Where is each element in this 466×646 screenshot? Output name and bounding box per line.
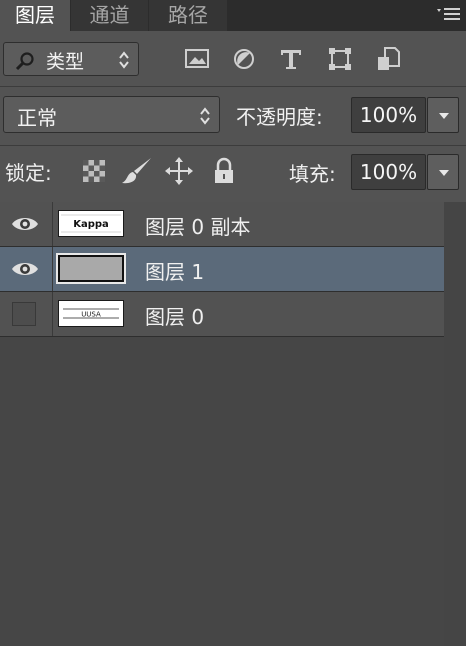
- layer-thumbnail: Kappa: [58, 210, 124, 237]
- adjustment-filter-icon[interactable]: [230, 46, 258, 72]
- tab-layers[interactable]: 图层: [0, 0, 70, 31]
- blend-mode-select[interactable]: 正常: [3, 96, 220, 133]
- layer-row[interactable]: UUSA 图层 0: [0, 292, 444, 337]
- lock-position-icon[interactable]: [165, 156, 193, 186]
- opacity-dropdown-button[interactable]: [427, 97, 459, 133]
- filter-kind-select[interactable]: 类型: [3, 42, 139, 76]
- eye-icon: [12, 218, 38, 230]
- layer-thumbnail: [56, 253, 126, 284]
- tab-channels[interactable]: 通道: [71, 0, 148, 31]
- opacity-input[interactable]: 100%: [351, 97, 426, 133]
- layer-thumbnail-art: UUSA: [59, 301, 123, 326]
- layer-thumbnail-art: Kappa: [59, 211, 123, 236]
- thumbnail-copy-text: Kappa: [73, 219, 109, 230]
- search-icon: [15, 52, 34, 71]
- lock-image-pixels-icon[interactable]: [120, 156, 154, 186]
- visibility-toggle[interactable]: [0, 292, 53, 336]
- lock-all-icon[interactable]: [210, 156, 238, 186]
- thumbnail-base-text: UUSA: [81, 311, 101, 319]
- fill-label: 填充:: [289, 162, 336, 186]
- hidden-visibility-box: [12, 302, 36, 326]
- blend-mode-label: 正常: [17, 106, 57, 130]
- image-filter-icon[interactable]: [183, 46, 211, 72]
- type-filter-icon[interactable]: [277, 46, 305, 72]
- chevron-down-icon: [439, 113, 449, 119]
- eye-icon: [12, 263, 38, 275]
- chevron-down-icon: [439, 170, 449, 176]
- shape-filter-icon[interactable]: [326, 46, 354, 72]
- fill-dropdown-button[interactable]: [427, 154, 459, 190]
- updown-chevron-icon: [200, 107, 210, 125]
- panel-menu-icon[interactable]: [436, 6, 462, 24]
- visibility-toggle[interactable]: [0, 247, 53, 291]
- lock-label: 锁定:: [5, 161, 52, 185]
- fill-input[interactable]: 100%: [351, 154, 426, 190]
- filter-kind-label: 类型: [46, 51, 85, 73]
- layer-name[interactable]: 图层 0: [145, 301, 204, 330]
- layer-row-selected[interactable]: 图层 1: [0, 247, 444, 292]
- updown-chevron-icon: [119, 51, 129, 69]
- tab-paths[interactable]: 路径: [149, 0, 227, 31]
- layers-scrollbar[interactable]: [444, 202, 466, 646]
- layers-list: Kappa 图层 0 副本 图层 1 UUSA 图层 0: [0, 202, 445, 646]
- opacity-label: 不透明度:: [236, 105, 323, 129]
- layer-name[interactable]: 图层 1: [145, 256, 204, 285]
- layer-name[interactable]: 图层 0 副本: [145, 211, 250, 240]
- lock-transparent-pixels-icon[interactable]: [80, 156, 108, 186]
- smart-object-filter-icon[interactable]: [374, 46, 402, 72]
- visibility-toggle[interactable]: [0, 202, 53, 246]
- layer-thumbnail: UUSA: [58, 300, 124, 327]
- layer-row[interactable]: Kappa 图层 0 副本: [0, 202, 444, 247]
